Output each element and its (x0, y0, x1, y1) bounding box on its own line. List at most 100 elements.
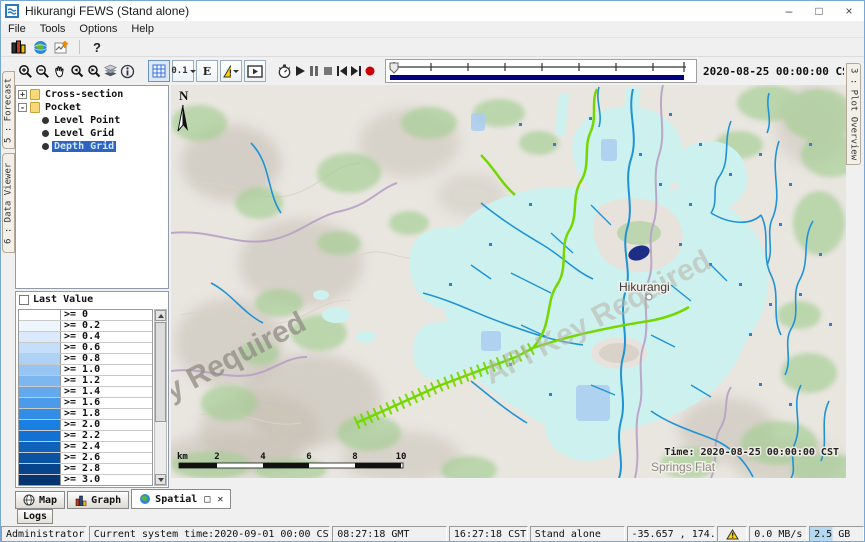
zoom-previous-button[interactable] (68, 60, 85, 82)
legend-color-swatch (19, 453, 61, 463)
tab-spatial[interactable]: Spatial □ ✕ (131, 489, 231, 509)
info-icon (120, 64, 135, 79)
record-button[interactable] (363, 60, 377, 82)
window-controls: – □ × (774, 1, 864, 21)
zoom-in-button[interactable] (17, 60, 34, 82)
status-warning-cell (717, 526, 747, 542)
pause-button[interactable] (307, 60, 321, 82)
last-frame-button[interactable] (349, 60, 363, 82)
warning-triangle-icon (726, 529, 739, 540)
legend-row-label: >= 0.6 (61, 343, 152, 353)
legend-row-label: >= 1.0 (61, 365, 152, 375)
interval-label: 0.1 (171, 66, 187, 76)
menu-item[interactable]: Tools (33, 23, 73, 35)
animation-timer-button[interactable] (276, 60, 293, 82)
animation-dialog-button[interactable] (244, 60, 266, 82)
scroll-down-button[interactable] (155, 474, 166, 485)
minimize-button[interactable]: – (774, 1, 804, 21)
window-title: Hikurangi FEWS (Stand alone) (25, 4, 189, 18)
dock-tab-bar: Map Graph Spatial □ ✕ (15, 488, 864, 509)
folder-icon (30, 102, 40, 113)
tab-data-viewer[interactable]: 6 : Data Viewer (2, 153, 15, 253)
title-bar: Hikurangi FEWS (Stand alone) – □ × (1, 1, 864, 21)
stop-button[interactable] (321, 60, 335, 82)
classifier-button[interactable]: E (196, 60, 218, 82)
stopwatch-icon (277, 64, 292, 79)
tab-close-button[interactable]: ✕ (217, 494, 223, 505)
tab-forecast[interactable]: 5 : Forecast (2, 71, 15, 149)
time-slider[interactable] (385, 59, 697, 83)
map-display-button[interactable] (29, 39, 51, 56)
tab-restore-button[interactable]: □ (204, 494, 210, 505)
svg-text:2: 2 (214, 452, 219, 462)
first-frame-button[interactable] (335, 60, 349, 82)
legend-row-label: >= 0.2 (61, 321, 152, 331)
stop-icon (322, 65, 334, 77)
legend-color-swatch (19, 420, 61, 430)
zoom-out-button[interactable] (34, 60, 51, 82)
tree-node-cross-section[interactable]: + Cross-section (18, 88, 168, 101)
legend-row-label: >= 3.0 (61, 475, 152, 485)
threshold-warning-dropdown[interactable] (220, 60, 242, 82)
play-button[interactable] (293, 60, 307, 82)
bullet-icon (42, 117, 49, 124)
menu-item[interactable]: Options (72, 23, 124, 35)
tab-map[interactable]: Map (15, 491, 65, 509)
menu-bar: FileToolsOptionsHelp (1, 21, 864, 38)
value-label-dropdown[interactable]: 0.1 (172, 60, 194, 82)
legend-color-swatch (19, 365, 61, 375)
pause-icon (308, 65, 320, 77)
database-button[interactable] (7, 39, 29, 56)
expand-icon[interactable]: + (18, 90, 27, 99)
time-slider-handle[interactable] (390, 63, 398, 73)
legend-color-swatch (19, 475, 61, 485)
chevron-down-icon (190, 70, 196, 76)
classifier-label: E (203, 65, 211, 78)
close-button[interactable]: × (834, 1, 864, 21)
play-icon (294, 65, 306, 77)
globe-icon (33, 40, 48, 55)
tree-node-level-grid[interactable]: Level Grid (18, 127, 168, 140)
logs-button[interactable]: Logs (17, 509, 53, 524)
info-button[interactable] (119, 60, 136, 82)
last-value-label: Last Value (33, 294, 93, 305)
menu-item[interactable]: File (1, 23, 33, 35)
tree-node-label: Level Grid (52, 128, 116, 139)
grid-toggle-button[interactable] (148, 60, 170, 82)
scroll-up-button[interactable] (155, 310, 166, 321)
legend-color-swatch (19, 310, 61, 320)
status-bar: Administrator Current system time:2020-0… (1, 525, 864, 542)
logs-row: Logs (17, 509, 53, 525)
layers-button[interactable] (102, 60, 119, 82)
tree-node-depth-grid[interactable]: Depth Grid (18, 140, 168, 153)
scroll-thumb[interactable] (155, 322, 166, 422)
menu-item[interactable]: Help (124, 23, 161, 35)
current-time-label: 2020-08-25 00:00:00 CST (703, 65, 855, 78)
legend-row-label: >= 0 (61, 310, 152, 320)
legend-row-label: >= 1.4 (61, 387, 152, 397)
collapse-icon[interactable]: - (18, 103, 27, 112)
status-throughput: 0.0 MB/s (749, 526, 807, 542)
zoom-next-button[interactable] (85, 60, 102, 82)
last-value-checkbox-row: Last Value (16, 292, 168, 307)
legend-row-label: >= 0.4 (61, 332, 152, 342)
legend-color-swatch (19, 376, 61, 386)
tree-node-level-point[interactable]: Level Point (18, 114, 168, 127)
last-value-checkbox[interactable] (19, 295, 29, 305)
tab-graph[interactable]: Graph (67, 491, 129, 509)
triangle-down-icon (158, 478, 164, 485)
timeseries-button[interactable] (51, 39, 73, 56)
svg-text:6: 6 (306, 452, 311, 462)
tab-spatial-label: Spatial (155, 494, 197, 505)
legend-row-label: >= 1.2 (61, 376, 152, 386)
tree-node-pocket[interactable]: - Pocket (18, 101, 168, 114)
pan-button[interactable] (51, 60, 68, 82)
help-button[interactable]: ? (86, 39, 108, 56)
tab-plot-overview[interactable]: 3 : Plot Overview (846, 63, 861, 165)
map-canvas[interactable]: API Key Required API Key Required Hikura… (171, 85, 846, 478)
maximize-button[interactable]: □ (804, 1, 834, 21)
legend-scrollbar[interactable] (154, 309, 167, 486)
skip-forward-icon (350, 65, 362, 77)
bullet-icon (42, 143, 49, 150)
status-system-time: Current system time:2020-09-01 00:00 CST (89, 526, 330, 542)
